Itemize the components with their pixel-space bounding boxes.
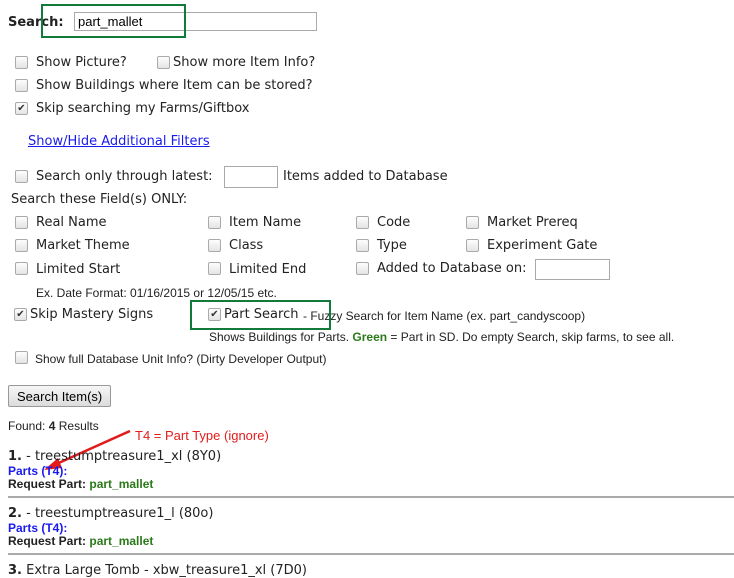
field-experiment-gate-checkbox[interactable] bbox=[466, 239, 479, 252]
skip-farms-label: Skip searching my Farms/Giftbox bbox=[36, 101, 250, 116]
field-real-name-checkbox[interactable] bbox=[15, 216, 28, 229]
show-more-info-checkbox[interactable] bbox=[157, 56, 170, 69]
date-hint: Ex. Date Format: 01/16/2015 or 12/05/15 … bbox=[36, 286, 277, 300]
latest-checkbox[interactable] bbox=[15, 170, 28, 183]
part-note: Shows Buildings for Parts. bbox=[209, 330, 353, 344]
part-note: = Part in SD. Do empty Search, skip farm… bbox=[387, 330, 675, 344]
field-label: Market Prereq bbox=[487, 215, 578, 230]
divider bbox=[8, 496, 734, 498]
latest-input[interactable] bbox=[224, 166, 278, 188]
added-date-input[interactable] bbox=[535, 259, 610, 280]
field-limited-start-checkbox[interactable] bbox=[15, 262, 28, 275]
parts-label: Parts (T4): bbox=[8, 464, 68, 478]
highlight-box bbox=[41, 4, 186, 38]
show-picture-label: Show Picture? bbox=[36, 55, 127, 70]
result-item: 1. - treestumptreasure1_xl (8Y0) bbox=[8, 449, 222, 464]
show-picture-checkbox[interactable] bbox=[15, 56, 28, 69]
field-label: Limited Start bbox=[36, 262, 121, 277]
show-more-info-label: Show more Item Info? bbox=[173, 55, 316, 70]
divider bbox=[8, 553, 734, 555]
field-label: Class bbox=[229, 238, 264, 253]
result-item: 3. Extra Large Tomb - xbw_treasure1_xl (… bbox=[8, 563, 308, 578]
field-label: Item Name bbox=[229, 215, 302, 230]
request-part-value: part_mallet bbox=[89, 477, 154, 491]
field-code-checkbox[interactable] bbox=[356, 216, 369, 229]
field-label: Real Name bbox=[36, 215, 107, 230]
field-label: Added to Database on: bbox=[377, 261, 527, 276]
part-note-green: Green bbox=[352, 330, 388, 344]
field-market-prereq-checkbox[interactable] bbox=[466, 216, 479, 229]
annotation-text: T4 = Part Type (ignore) bbox=[135, 428, 269, 443]
latest-suffix: Items added to Database bbox=[283, 169, 448, 184]
show-buildings-checkbox[interactable] bbox=[15, 79, 28, 92]
latest-label: Search only through latest: bbox=[36, 169, 213, 184]
highlight-box bbox=[190, 300, 331, 330]
dev-output-checkbox[interactable] bbox=[15, 351, 28, 364]
field-added-date-checkbox[interactable] bbox=[356, 262, 369, 275]
skip-mastery-checkbox[interactable]: ✔ bbox=[14, 308, 27, 321]
skip-mastery-label: Skip Mastery Signs bbox=[30, 307, 154, 322]
part-search-desc: - Fuzzy Search for Item Name (ex. part_c… bbox=[303, 309, 586, 323]
field-label: Limited End bbox=[229, 262, 307, 277]
request-part-value: part_mallet bbox=[89, 534, 154, 548]
field-label: Experiment Gate bbox=[487, 238, 598, 253]
fields-heading: Search these Field(s) ONLY: bbox=[11, 192, 188, 207]
toggle-filters-link[interactable]: Show/Hide Additional Filters bbox=[28, 134, 210, 149]
field-class-checkbox[interactable] bbox=[208, 239, 221, 252]
field-market-theme-checkbox[interactable] bbox=[15, 239, 28, 252]
show-buildings-label: Show Buildings where Item can be stored? bbox=[36, 78, 313, 93]
field-label: Market Theme bbox=[36, 238, 130, 253]
dev-output-label: Show full Database Unit Info? (Dirty Dev… bbox=[35, 352, 327, 366]
field-label: Code bbox=[377, 215, 411, 230]
field-label: Type bbox=[377, 238, 407, 253]
field-limited-end-checkbox[interactable] bbox=[208, 262, 221, 275]
search-button[interactable]: Search Item(s) bbox=[8, 385, 112, 407]
skip-farms-checkbox[interactable]: ✔ bbox=[15, 102, 28, 115]
field-type-checkbox[interactable] bbox=[356, 239, 369, 252]
parts-label: Parts (T4): bbox=[8, 521, 68, 535]
field-item-name-checkbox[interactable] bbox=[208, 216, 221, 229]
result-item: 2. - treestumptreasure1_l (80o) bbox=[8, 506, 214, 521]
